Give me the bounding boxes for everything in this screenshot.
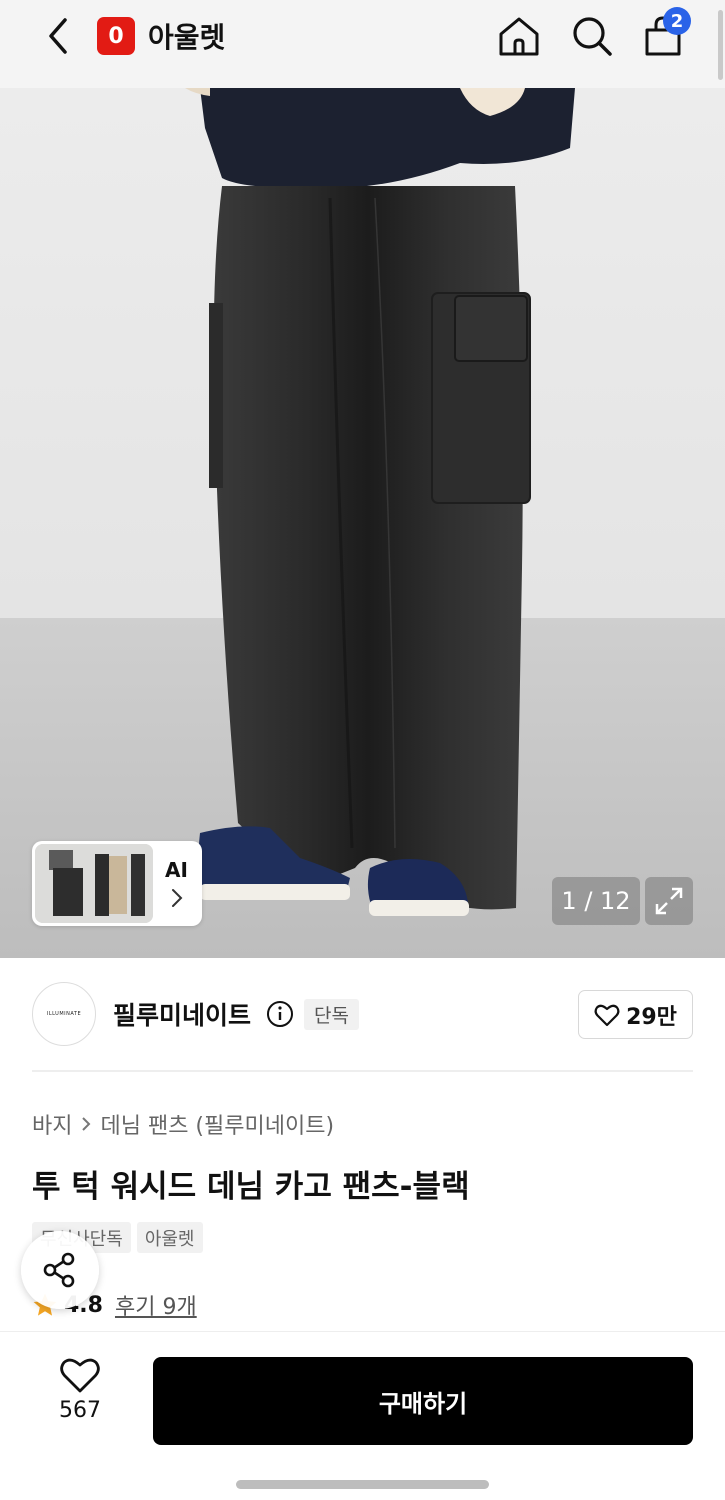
heart-icon [60,1358,100,1393]
chevron-right-icon [82,1117,91,1131]
product-image[interactable] [0,88,725,958]
breadcrumb: 바지 데님 팬츠 (필루미네이트) [32,1108,334,1140]
divider [32,1070,693,1072]
brand-logo[interactable]: ILLUMINATE [32,982,96,1046]
brand-name[interactable]: 필루미네이트 [113,996,251,1032]
fullscreen-button[interactable] [645,877,693,925]
app-logo[interactable]: 0 [97,17,135,55]
exclusive-badge: 단독 [304,999,359,1030]
breadcrumb-subcategory[interactable]: 데님 팬츠 (필루미네이트) [100,1108,334,1140]
share-button[interactable] [21,1231,99,1309]
product-photo [0,88,725,958]
search-button[interactable] [570,14,614,58]
tag-outlet: 아울렛 [136,1222,203,1253]
share-icon [43,1252,75,1288]
review-link[interactable]: 후기 9개 [115,1289,197,1321]
chevron-right-icon [172,889,183,907]
search-icon [573,17,612,56]
ai-label: AI [165,858,188,882]
wishlist-button[interactable]: 567 [40,1356,120,1446]
brand-like-button[interactable]: 29만 [578,990,693,1039]
expand-icon [655,887,683,915]
back-icon [49,18,67,54]
back-button[interactable] [40,14,76,58]
breadcrumb-category[interactable]: 바지 [32,1108,72,1140]
ai-styling-thumbnail [35,844,153,923]
home-icon [499,17,539,56]
heart-icon [594,1004,620,1026]
scroll-indicator [718,10,723,80]
buy-button[interactable]: 구매하기 [153,1357,693,1445]
app-title: 아울렛 [148,21,226,54]
home-indicator [236,1480,489,1489]
brand-like-count: 29만 [626,1004,677,1030]
home-button[interactable] [497,14,541,58]
product-title: 투 턱 워시드 데님 카고 팬츠-블랙 [32,1169,470,1205]
wishlist-count: 567 [59,1398,101,1423]
top-app-bar: 0 아울렛 2 [0,0,725,88]
image-pager: 1 / 12 [552,877,640,925]
info-icon[interactable] [266,1000,294,1028]
ai-styling-card[interactable] [32,841,202,926]
cart-count-badge: 2 [663,7,691,35]
